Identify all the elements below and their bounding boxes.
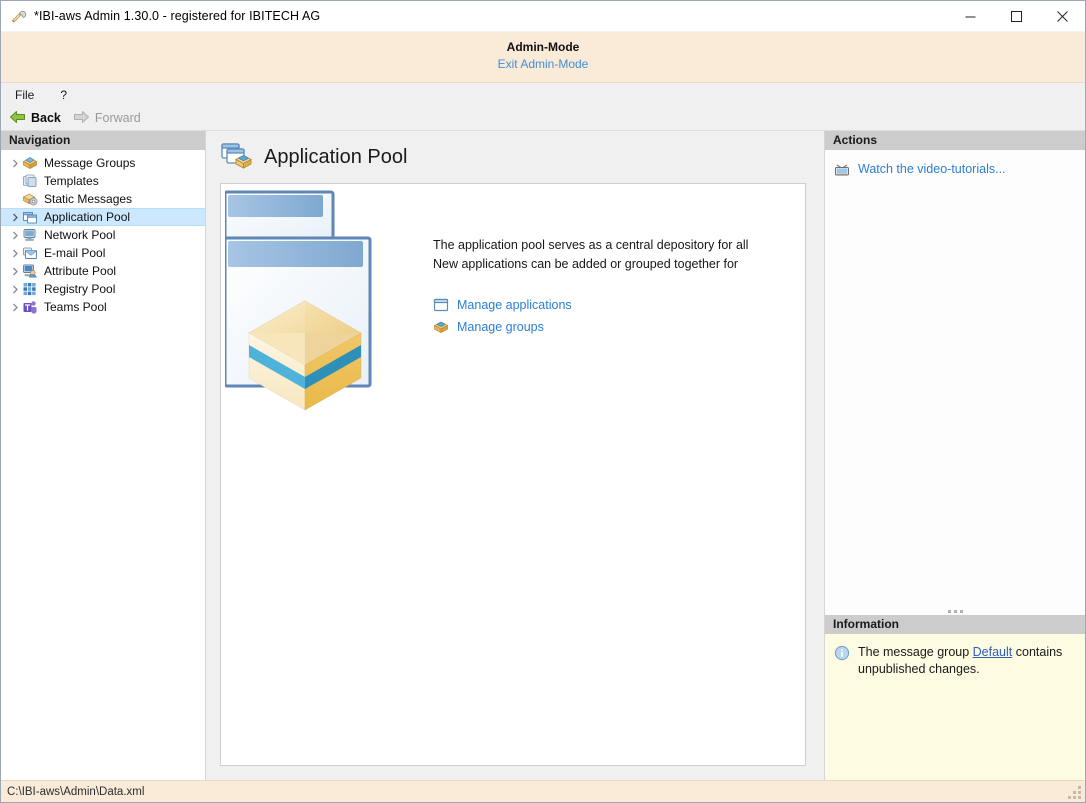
navigation-header: Navigation bbox=[1, 131, 205, 150]
description-line-2: New applications can be added or grouped… bbox=[433, 255, 805, 274]
minimize-icon[interactable] bbox=[947, 1, 993, 31]
television-icon bbox=[834, 161, 850, 177]
message-groups-icon bbox=[22, 155, 38, 171]
content-panel: The application pool serves as a central… bbox=[220, 183, 806, 766]
sidebar-label: Attribute Pool bbox=[44, 264, 116, 278]
sidebar-label: Message Groups bbox=[44, 156, 135, 170]
navigation-list: Message Groups Templates bbox=[1, 150, 205, 780]
window-icon bbox=[433, 297, 449, 313]
actions-body: Watch the video-tutorials... bbox=[825, 150, 1085, 600]
package-icon bbox=[433, 319, 449, 335]
information-body: The message group Default contains unpub… bbox=[825, 634, 1085, 780]
teams-pool-icon bbox=[22, 299, 38, 315]
chevron-right-icon[interactable] bbox=[9, 303, 22, 312]
splitter-grip-icon bbox=[948, 610, 963, 613]
chevron-right-icon[interactable] bbox=[9, 249, 22, 258]
action-label: Watch the video-tutorials... bbox=[858, 162, 1006, 176]
forward-arrow-icon bbox=[73, 110, 90, 127]
registry-pool-icon bbox=[22, 281, 38, 297]
menu-bar: File ? bbox=[1, 83, 1085, 106]
actions-header: Actions bbox=[825, 131, 1085, 150]
exit-admin-mode-link[interactable]: Exit Admin-Mode bbox=[1, 55, 1085, 73]
forward-button: Forward bbox=[73, 110, 141, 127]
email-pool-icon bbox=[22, 245, 38, 261]
panel-splitter[interactable] bbox=[825, 600, 1085, 615]
sidebar-label: Teams Pool bbox=[44, 300, 107, 314]
description-line-1: The application pool serves as a central… bbox=[433, 236, 805, 255]
back-label: Back bbox=[31, 111, 61, 125]
window-controls bbox=[947, 1, 1085, 31]
attribute-pool-icon bbox=[22, 263, 38, 279]
chevron-right-icon[interactable] bbox=[9, 231, 22, 240]
navigation-toolbar: Back Forward bbox=[1, 106, 1085, 131]
watch-video-tutorials-link[interactable]: Watch the video-tutorials... bbox=[825, 159, 1085, 179]
application-pool-illustration bbox=[225, 190, 425, 440]
information-text: The message group Default contains unpub… bbox=[858, 644, 1075, 678]
information-header: Information bbox=[825, 615, 1085, 634]
templates-icon bbox=[22, 173, 38, 189]
manage-applications-link[interactable]: Manage applications bbox=[433, 294, 572, 316]
info-icon bbox=[834, 645, 850, 661]
sidebar-label: Static Messages bbox=[44, 192, 132, 206]
sidebar-item-registry-pool[interactable]: Registry Pool bbox=[1, 280, 205, 298]
sidebar-label: Templates bbox=[44, 174, 99, 188]
sidebar-item-static-messages[interactable]: Static Messages bbox=[1, 190, 205, 208]
wrench-icon bbox=[9, 7, 27, 25]
content-area: Application Pool bbox=[206, 131, 824, 780]
back-button[interactable]: Back bbox=[9, 110, 61, 127]
content-header: Application Pool bbox=[206, 131, 824, 183]
navigation-panel: Navigation Message Groups bbox=[1, 131, 206, 780]
link-label: Manage groups bbox=[457, 320, 544, 334]
window-title: *IBI-aws Admin 1.30.0 - registered for I… bbox=[34, 9, 320, 23]
info-text-before: The message group bbox=[858, 645, 973, 659]
main-body: Navigation Message Groups bbox=[1, 131, 1085, 780]
sidebar-item-email-pool[interactable]: E-mail Pool bbox=[1, 244, 205, 262]
close-icon[interactable] bbox=[1039, 1, 1085, 31]
page-title: Application Pool bbox=[264, 146, 407, 169]
menu-item-file[interactable]: File bbox=[13, 86, 36, 104]
sidebar-item-application-pool[interactable]: Application Pool bbox=[1, 208, 205, 226]
resize-grip-icon[interactable] bbox=[1068, 786, 1081, 799]
manage-groups-link[interactable]: Manage groups bbox=[433, 316, 572, 338]
admin-mode-title: Admin-Mode bbox=[1, 39, 1085, 55]
chevron-right-icon[interactable] bbox=[9, 159, 22, 168]
sidebar-label: Network Pool bbox=[44, 228, 115, 242]
menu-item-help[interactable]: ? bbox=[58, 86, 69, 104]
sidebar-label: E-mail Pool bbox=[44, 246, 105, 260]
title-bar: *IBI-aws Admin 1.30.0 - registered for I… bbox=[1, 1, 1085, 32]
sidebar-item-message-groups[interactable]: Message Groups bbox=[1, 154, 205, 172]
right-column: Actions Watch the video-tutorials... bbox=[824, 131, 1085, 780]
actions-panel: Actions Watch the video-tutorials... bbox=[825, 131, 1085, 615]
sidebar-item-teams-pool[interactable]: Teams Pool bbox=[1, 298, 205, 316]
information-panel: Information The message group Default co… bbox=[825, 615, 1085, 780]
sidebar-label: Registry Pool bbox=[44, 282, 115, 296]
sidebar-item-attribute-pool[interactable]: Attribute Pool bbox=[1, 262, 205, 280]
default-message-group-link[interactable]: Default bbox=[973, 645, 1013, 659]
status-bar: C:\IBI-aws\Admin\Data.xml bbox=[1, 780, 1085, 802]
link-label: Manage applications bbox=[457, 298, 572, 312]
maximize-icon[interactable] bbox=[993, 1, 1039, 31]
back-arrow-icon bbox=[9, 110, 26, 127]
chevron-right-icon[interactable] bbox=[9, 267, 22, 276]
sidebar-item-templates[interactable]: Templates bbox=[1, 172, 205, 190]
chevron-right-icon[interactable] bbox=[9, 213, 22, 222]
chevron-right-icon[interactable] bbox=[9, 285, 22, 294]
network-pool-icon bbox=[22, 227, 38, 243]
forward-label: Forward bbox=[95, 111, 141, 125]
status-file-path: C:\IBI-aws\Admin\Data.xml bbox=[7, 786, 144, 798]
static-messages-icon bbox=[22, 191, 38, 207]
sidebar-item-network-pool[interactable]: Network Pool bbox=[1, 226, 205, 244]
application-window: *IBI-aws Admin 1.30.0 - registered for I… bbox=[0, 0, 1086, 803]
sidebar-label: Application Pool bbox=[44, 210, 130, 224]
admin-mode-band: Admin-Mode Exit Admin-Mode bbox=[1, 32, 1085, 83]
content-links: Manage applications Manage groups bbox=[433, 294, 572, 338]
application-pool-icon bbox=[22, 209, 38, 225]
description-text: The application pool serves as a central… bbox=[433, 236, 805, 274]
application-pool-icon bbox=[220, 142, 252, 172]
